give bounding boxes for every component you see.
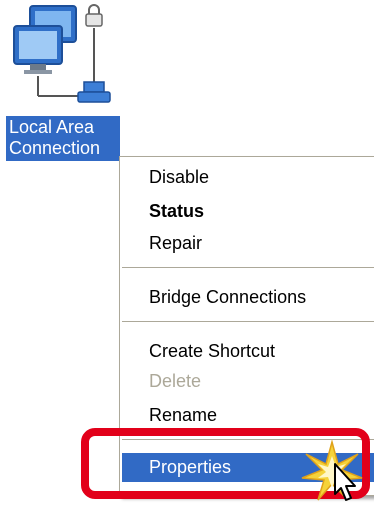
desktop: Local Area Connection Disable Status Rep… [0,0,374,513]
icon-label[interactable]: Local Area Connection [6,116,120,161]
menu-separator [122,267,374,268]
menu-item-rename[interactable]: Rename [122,401,374,430]
network-connection-icon[interactable] [12,4,116,108]
menu-item-delete[interactable]: Delete [122,367,374,396]
menu-item-repair[interactable]: Repair [122,229,374,258]
icon-label-line1: Local Area [9,117,95,137]
menu-item-status[interactable]: Status [122,197,374,226]
pointer-cursor-icon [327,460,363,508]
menu-item-bridge-connections[interactable]: Bridge Connections [122,283,374,312]
menu-item-create-shortcut[interactable]: Create Shortcut [122,337,374,366]
menu-item-disable[interactable]: Disable [122,163,374,192]
menu-separator [122,321,374,322]
icon-label-line2: Connection [9,138,101,158]
